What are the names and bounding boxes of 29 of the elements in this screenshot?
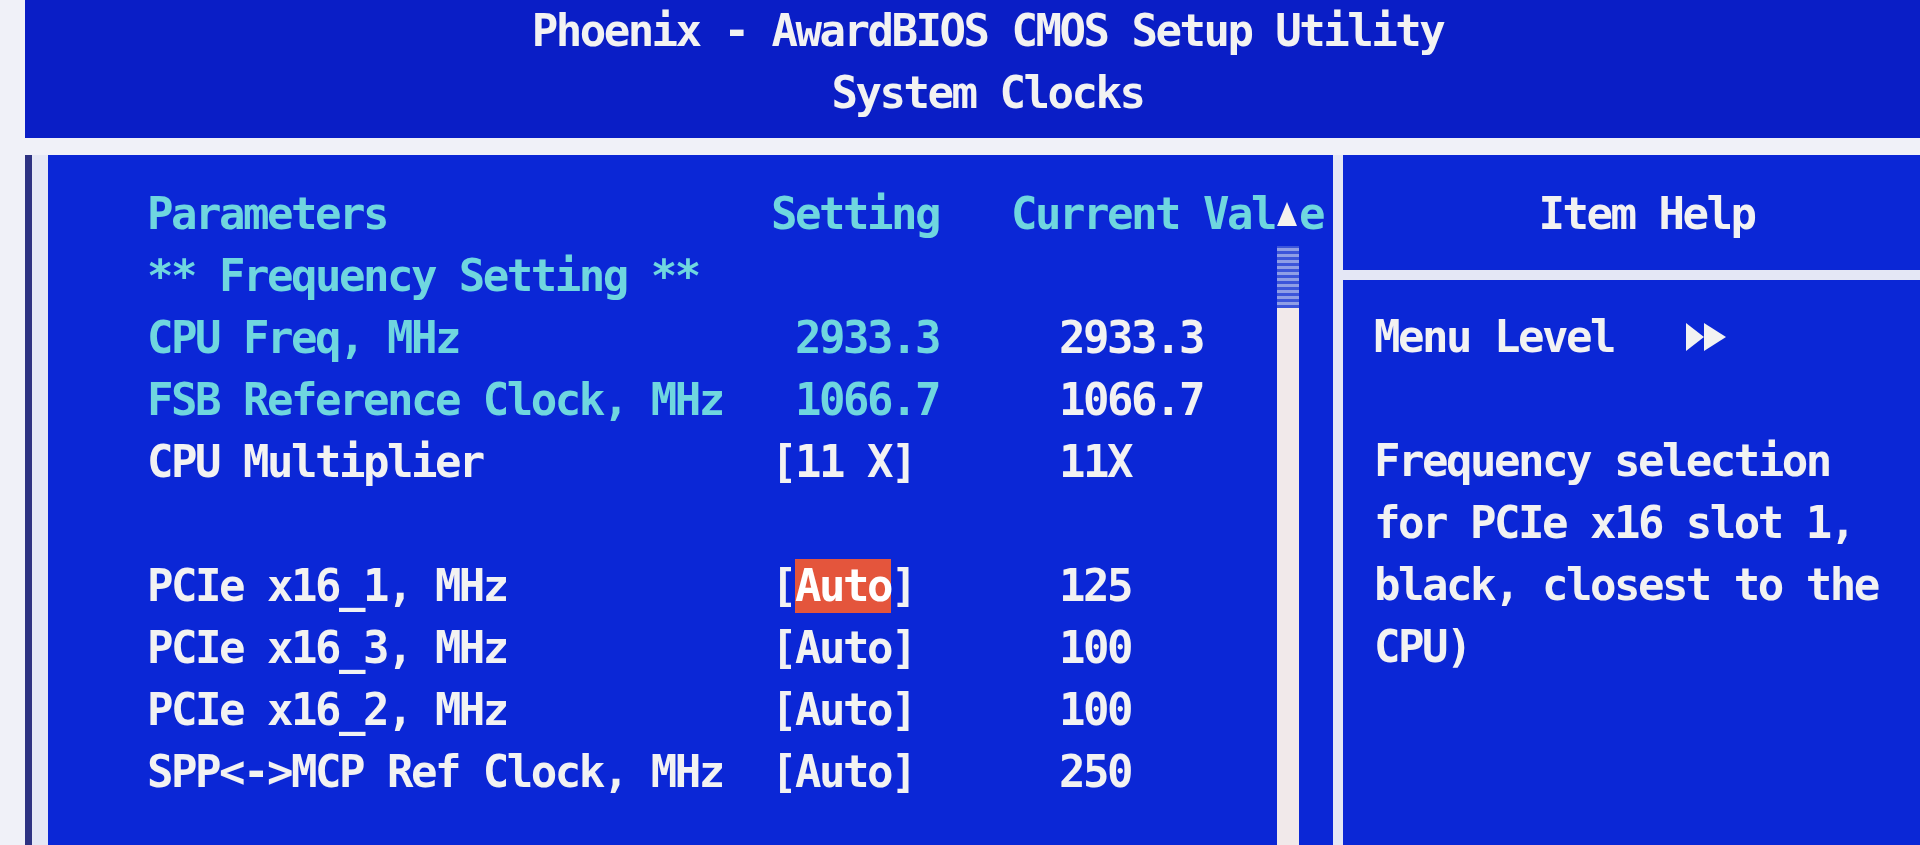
section-heading: ** Frequency Setting ** (147, 254, 699, 298)
setting-option[interactable]: [Auto] (771, 621, 915, 675)
current-value: 11X (1059, 440, 1131, 484)
menu-level-label: Menu Level (1374, 315, 1614, 359)
setting-option[interactable]: [11 X] (771, 435, 915, 489)
setting-option[interactable]: [Auto] (771, 683, 915, 737)
current-value: 2933.3 (1059, 316, 1203, 360)
setting-value: 2933.3 (795, 316, 939, 360)
current-value: 100 (1059, 688, 1131, 732)
setting-value: 1066.7 (795, 378, 939, 422)
parameter-label: FSB Reference Clock, MHz (147, 378, 723, 422)
column-header: Parameters (147, 192, 387, 236)
column-header: Setting (771, 192, 939, 236)
current-value: 250 (1059, 750, 1131, 794)
current-value: 100 (1059, 626, 1131, 670)
parameter-label: CPU Freq, MHz (147, 316, 459, 360)
app-title: Phoenix - AwardBIOS CMOS Setup Utility (531, 9, 1444, 53)
current-value: 1066.7 (1059, 378, 1203, 422)
current-value: 125 (1059, 564, 1131, 608)
column-header: Current Val (1011, 192, 1275, 236)
parameter-label: CPU Multiplier (147, 440, 483, 484)
parameter-label: SPP<->MCP Ref Clock, MHz (147, 750, 723, 794)
up-arrow-icon (1276, 202, 1297, 226)
double-arrow-icon (1685, 321, 1726, 353)
column-header-end: e (1298, 192, 1323, 236)
setting-option[interactable]: [Auto] (771, 745, 915, 799)
help-title: Item Help (1538, 187, 1755, 241)
help-text: Frequency selection for PCIe x16 slot 1, black, closest to the CPU) (1374, 434, 1880, 674)
page-title: System Clocks (831, 71, 1144, 115)
